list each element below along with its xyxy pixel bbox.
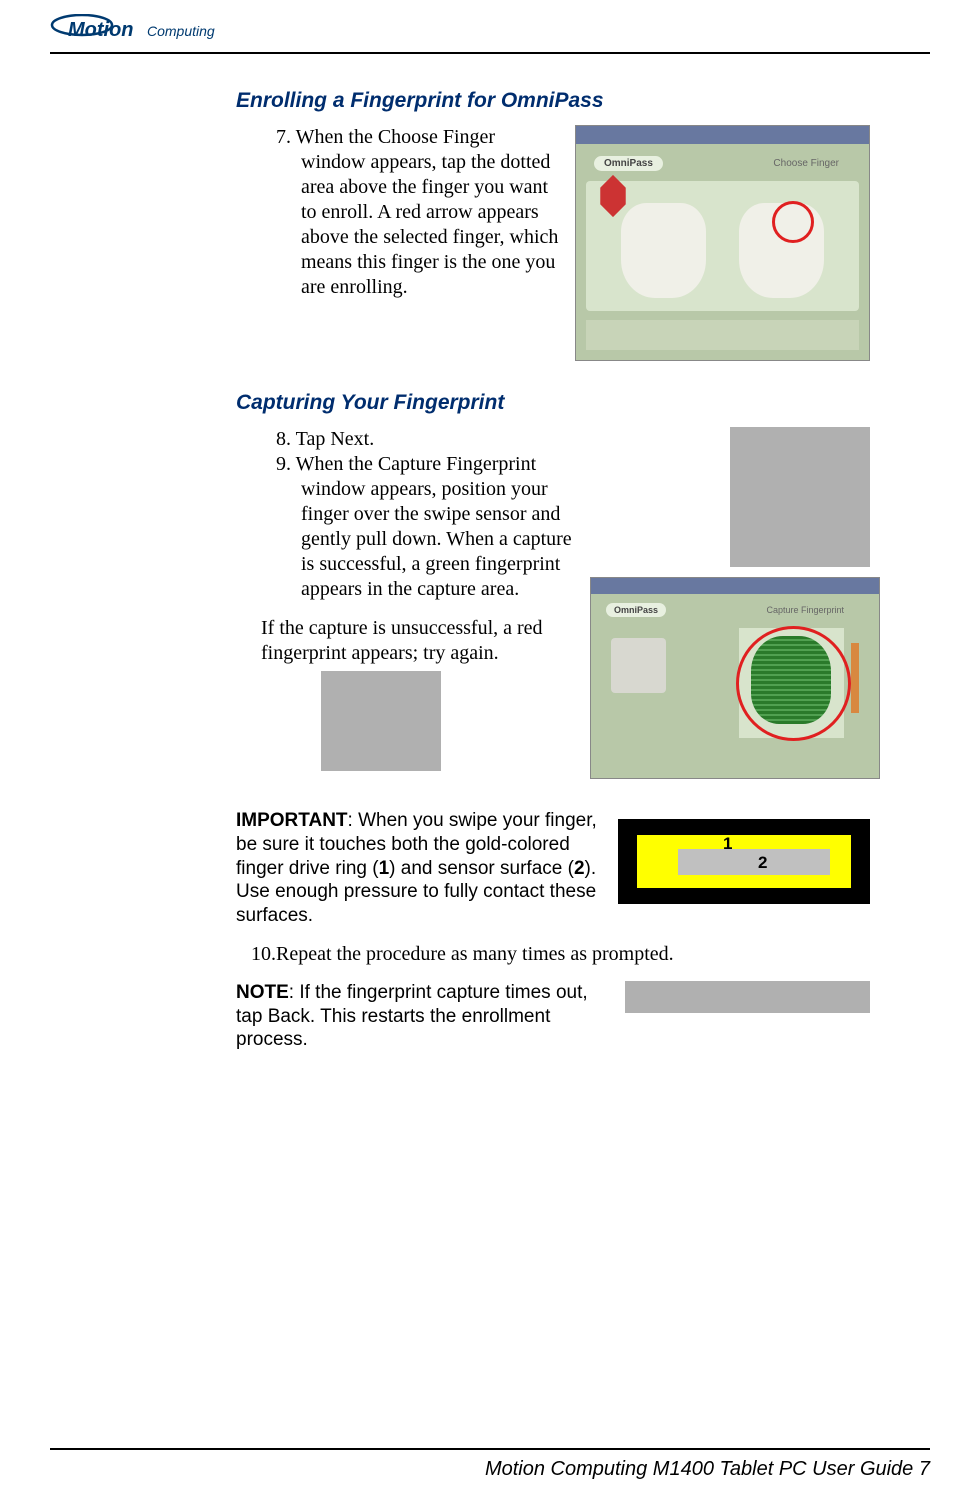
note-text: NOTE: If the fingerprint capture times o… (236, 981, 600, 1052)
footer-divider (50, 1448, 930, 1450)
footer-text: Motion Computing M1400 Tablet PC User Gu… (50, 1458, 930, 1481)
step-10-number: 10. (251, 943, 276, 965)
sensor-diagram: 1 2 (618, 819, 870, 904)
sensor-label-2: 2 (758, 853, 767, 873)
logo-area: Motion Computing (50, 14, 930, 49)
step-7-text: 7. When the Choose Finger window appears… (236, 125, 563, 361)
steps-8-9-block: 8. Tap Next. 9. When the Capture Fingerp… (236, 427, 870, 779)
screenshot-titlebar (576, 126, 869, 144)
svg-text:Motion: Motion (68, 19, 134, 41)
gray-placeholder-1 (321, 671, 441, 771)
step-9-number: 9. (276, 453, 296, 475)
hands-area (586, 181, 859, 311)
important-num1: 1 (379, 858, 390, 879)
header-divider (50, 52, 930, 54)
step-8-body: Tap Next. (296, 428, 375, 450)
omnipass-badge: OmniPass (594, 156, 663, 171)
motion-computing-logo: Motion Computing (50, 14, 230, 44)
note-label: NOTE (236, 982, 289, 1003)
step-10-body: Repeat the procedure as many times as pr… (276, 943, 674, 965)
screenshot2-titlebar (591, 578, 879, 594)
step-9-body: When the Capture Fingerprint window appe… (296, 453, 572, 600)
capture-fingerprint-label: Capture Fingerprint (766, 605, 844, 615)
important-part2: ) and sensor surface ( (389, 858, 574, 879)
omnipass-badge-2: OmniPass (606, 603, 666, 617)
important-text: IMPORTANT: When you swipe your finger, b… (236, 809, 603, 928)
sensor-label-1: 1 (723, 834, 732, 854)
red-circle-highlight (772, 201, 814, 243)
step-10: 10.Repeat the procedure as many times as… (236, 942, 870, 967)
unsuccessful-text: If the capture is unsuccessful, a red fi… (261, 616, 580, 666)
capture-fingerprint-screenshot: OmniPass Capture Fingerprint (590, 577, 880, 779)
choose-finger-label: Choose Finger (773, 158, 839, 169)
svg-text:Computing: Computing (147, 23, 215, 39)
gray-placeholder-3 (625, 981, 870, 1013)
content-area: Enrolling a Fingerprint for OmniPass 7. … (236, 89, 870, 1052)
step-7-body: When the Choose Finger window appears, t… (296, 126, 559, 298)
page-footer: Motion Computing M1400 Tablet PC User Gu… (50, 1448, 930, 1481)
steps-right-column: OmniPass Capture Fingerprint (590, 427, 870, 779)
hand-icon (611, 638, 666, 693)
important-block: IMPORTANT: When you swipe your finger, b… (236, 809, 870, 928)
step-7-number: 7. (276, 126, 296, 148)
important-label: IMPORTANT (236, 810, 348, 831)
page-container: Motion Computing Enrolling a Fingerprint… (0, 0, 980, 1509)
steps-left-column: 8. Tap Next. 9. When the Capture Fingerp… (236, 427, 580, 771)
step-8-number: 8. (276, 428, 296, 450)
step-9: 9. When the Capture Fingerprint window a… (276, 452, 580, 602)
red-circle-highlight-2 (736, 626, 851, 741)
choose-finger-screenshot: OmniPass Choose Finger (575, 125, 870, 361)
slider-icon (851, 643, 859, 713)
step-7-block: 7. When the Choose Finger window appears… (236, 125, 870, 361)
section-heading-capturing: Capturing Your Fingerprint (236, 391, 870, 415)
screenshot-footer (586, 320, 859, 350)
left-hand-icon (621, 203, 706, 298)
gray-placeholder-2 (730, 427, 870, 567)
section-capturing: Capturing Your Fingerprint 8. Tap Next. … (236, 391, 870, 1052)
step-8: 8. Tap Next. (276, 427, 580, 452)
section-heading-enrolling: Enrolling a Fingerprint for OmniPass (236, 89, 870, 113)
important-num2: 2 (574, 858, 585, 879)
note-body: : If the fingerprint capture times out, … (236, 982, 588, 1051)
sensor-surface (678, 849, 830, 875)
note-block: NOTE: If the fingerprint capture times o… (236, 981, 870, 1052)
